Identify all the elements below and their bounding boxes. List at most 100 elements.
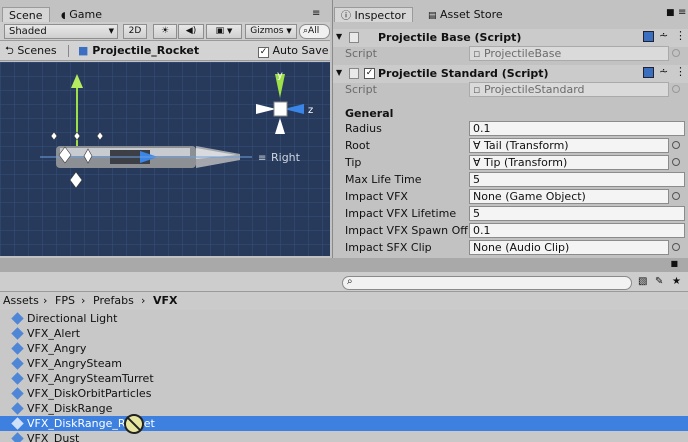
tab-asset-store[interactable]: ▤ Asset Store — [422, 7, 509, 22]
game-icon: ◖ — [61, 11, 66, 21]
scene-panel-menu-icon[interactable]: ≡ — [312, 8, 320, 19]
root-object-field[interactable]: Ɐ Tail (Transform) — [469, 138, 669, 153]
orientation-label[interactable]: Right — [271, 151, 301, 164]
prefab-cube-icon — [11, 432, 24, 442]
scene-search-input[interactable]: ⌕All — [299, 24, 330, 39]
panel-divider[interactable]: ■ — [0, 258, 688, 272]
shading-dropdown[interactable]: Shaded ▼ — [4, 24, 118, 39]
inspector-lock-icon[interactable]: ■ — [666, 8, 675, 18]
breadcrumb-scenes-label: Scenes — [17, 44, 57, 57]
script-field[interactable]: ▫ ProjectileBase — [469, 46, 669, 61]
foldout-arrow-icon: ▼ — [336, 68, 343, 77]
list-item-selected[interactable]: VFX_DiskRange_Rocket — [0, 416, 688, 431]
field-impact-vfx-lifetime: Impact VFX Lifetime 5 — [333, 205, 688, 222]
chevron-right-icon: › — [81, 294, 86, 307]
field-impact-vfx: Impact VFX None (Game Object) — [333, 188, 688, 205]
list-item-label: VFX_Dust — [27, 432, 80, 442]
help-icon[interactable] — [643, 67, 654, 78]
script-file-icon: ▫ — [473, 47, 481, 60]
list-item[interactable]: VFX_DiskOrbitParticles — [0, 386, 688, 401]
field-root: Root Ɐ Tail (Transform) — [333, 137, 688, 154]
breadcrumb-scenes[interactable]: ⮌ Scenes — [5, 43, 57, 59]
auto-save-toggle[interactable]: ✓ Auto Save — [258, 43, 329, 59]
breadcrumb-item[interactable]: Assets — [3, 294, 39, 307]
project-breadcrumb: Assets › FPS › Prefabs › VFX — [0, 292, 688, 310]
impact-vfx-object-field[interactable]: None (Game Object) — [469, 189, 669, 204]
inspector-menu-icon[interactable]: ≡ — [678, 7, 686, 18]
object-picker-icon[interactable] — [672, 158, 680, 166]
speaker-icon: ◀) — [185, 26, 197, 36]
script-field[interactable]: ▫ ProjectileStandard — [469, 82, 669, 97]
audio-toggle[interactable]: ◀) — [178, 24, 204, 39]
component-menu-icon[interactable]: ⋮ — [675, 65, 686, 78]
object-picker-icon[interactable] — [672, 192, 680, 200]
label-filter-button[interactable]: ✎ — [655, 276, 669, 290]
list-item[interactable]: VFX_AngrySteamTurret — [0, 371, 688, 386]
component-menu-icon[interactable]: ⋮ — [675, 29, 686, 42]
field-impact-vfx-spawn-offset: Impact VFX Spawn Off 0.1 — [333, 222, 688, 239]
image-icon: ▣ — [215, 26, 225, 36]
impact-sfx-clip-object-field[interactable]: None (Audio Clip) — [469, 240, 669, 255]
general-header: General — [345, 107, 394, 120]
list-item[interactable]: VFX_Angry — [0, 341, 688, 356]
list-item[interactable]: VFX_AngrySteam — [0, 356, 688, 371]
toggle-2d-button[interactable]: 2D — [123, 24, 147, 39]
no-drop-cursor-icon — [124, 414, 144, 434]
foldout-arrow-icon: ▼ — [336, 32, 343, 41]
impact-vfx-spawn-offset-input[interactable]: 0.1 — [469, 223, 685, 238]
field-impact-sfx-clip: Impact SFX Clip None (Audio Clip) — [333, 239, 688, 256]
object-picker-icon[interactable] — [672, 85, 680, 93]
chevron-right-icon: › — [141, 294, 146, 307]
field-label: Impact VFX — [345, 190, 408, 203]
root-value: Tail (Transform) — [484, 139, 569, 152]
toggle-2d-label: 2D — [128, 26, 142, 36]
effects-dropdown[interactable]: ▣ ▼ — [206, 24, 242, 39]
tab-inspector-label: Inspector — [354, 9, 406, 22]
list-item-label: Directional Light — [27, 312, 118, 325]
list-item[interactable]: VFX_Dust — [0, 431, 688, 442]
breadcrumb-item-current[interactable]: VFX — [153, 294, 178, 307]
radius-input[interactable]: 0.1 — [469, 121, 685, 136]
preset-icon[interactable]: ⩪ — [659, 65, 668, 78]
component-script-row: Script ▫ ProjectileStandard — [333, 81, 688, 98]
object-picker-icon[interactable] — [672, 141, 680, 149]
lock-icon[interactable]: ■ — [670, 259, 678, 268]
tab-game[interactable]: ◖ Game — [55, 7, 108, 22]
breadcrumb-prefab[interactable]: ■ Projectile_Rocket — [78, 43, 199, 59]
script-value: ProjectileBase — [483, 47, 562, 60]
list-item[interactable]: Directional Light — [0, 311, 688, 326]
scene-view[interactable]: y z ≡ Right — [0, 62, 330, 256]
favorites-button[interactable]: ★ — [672, 276, 686, 290]
list-item-label: VFX_AngrySteamTurret — [27, 372, 154, 385]
object-picker-icon[interactable] — [672, 243, 680, 251]
field-tip: Tip Ɐ Tip (Transform) — [333, 154, 688, 171]
script-file-icon: ▫ — [473, 83, 481, 96]
filter-type-button[interactable]: ▧ — [638, 276, 652, 290]
tab-scene[interactable]: Scene — [2, 7, 50, 22]
sun-icon: ☀ — [160, 26, 170, 36]
field-label: Impact SFX Clip — [345, 241, 432, 254]
transform-icon: Ɐ — [473, 139, 481, 152]
impact-vfx-lifetime-input[interactable]: 5 — [469, 206, 685, 221]
list-item-label: VFX_DiskRange — [27, 402, 113, 415]
breadcrumb-item[interactable]: FPS — [55, 294, 75, 307]
field-radius: Radius 0.1 — [333, 120, 688, 137]
field-label: Tip — [345, 156, 362, 169]
max-life-time-input[interactable]: 5 — [469, 172, 685, 187]
list-item[interactable]: VFX_Alert — [0, 326, 688, 341]
gizmos-dropdown[interactable]: Gizmos ▼ — [245, 24, 297, 39]
project-search-input[interactable]: ⌕ — [342, 276, 632, 290]
tip-object-field[interactable]: Ɐ Tip (Transform) — [469, 155, 669, 170]
lighting-toggle[interactable]: ☀ — [153, 24, 177, 39]
preset-icon[interactable]: ⩪ — [659, 29, 668, 42]
enabled-checkbox[interactable]: ✓ — [364, 68, 375, 79]
prefab-cube-icon — [11, 417, 24, 430]
object-picker-icon[interactable] — [672, 49, 680, 57]
tab-inspector[interactable]: ⓘ Inspector — [334, 7, 413, 22]
axis-z-label: z — [308, 105, 313, 116]
script-label: Script — [345, 83, 377, 96]
list-item[interactable]: VFX_DiskRange — [0, 401, 688, 416]
breadcrumb-item[interactable]: Prefabs — [93, 294, 134, 307]
prefab-cube-icon: ■ — [78, 44, 89, 57]
help-icon[interactable] — [643, 31, 654, 42]
